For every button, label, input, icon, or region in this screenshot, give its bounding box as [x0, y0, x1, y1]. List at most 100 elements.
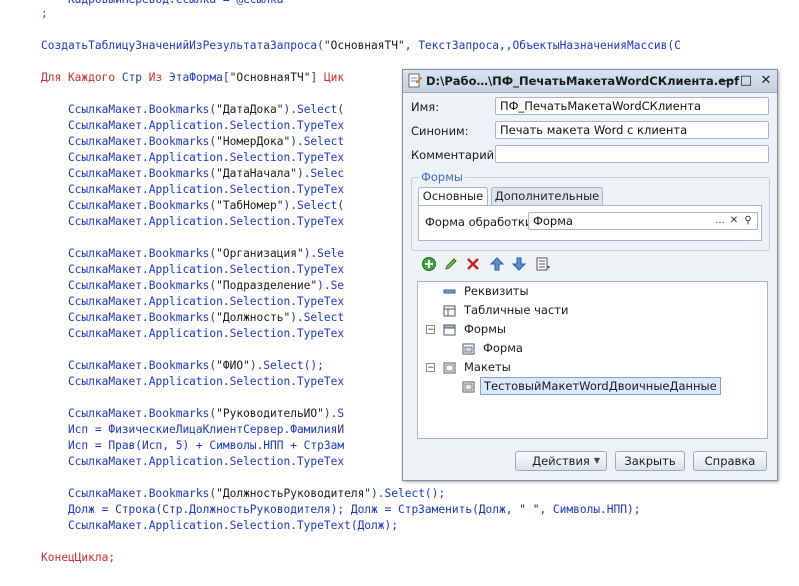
move-down-icon[interactable]: [511, 256, 527, 272]
code-line[interactable]: КонецЦикла;: [41, 550, 115, 566]
code-token: СсылкаМакет.Application.Selection.TypeTe…: [41, 119, 345, 132]
help-button[interactable]: Справка: [693, 451, 767, 471]
code-token: СсылкаМакет.Application.Selection.TypeTe…: [41, 295, 345, 308]
code-token: Цик: [323, 71, 345, 84]
code-line[interactable]: Долж = Строка(Стр.ДолжностьРуководителя)…: [41, 502, 641, 518]
select-dots-icon[interactable]: …: [713, 213, 727, 229]
code-line[interactable]: СсылкаМакет.Application.Selection.TypeTe…: [41, 518, 398, 534]
move-up-icon[interactable]: [489, 256, 505, 272]
forms-group-title: Формы: [419, 170, 465, 184]
code-line[interactable]: Исп = ФизическиеЛицаКлиентСервер.Фамилия…: [41, 422, 344, 438]
code-line[interactable]: СсылкаМакет.Application.Selection.TypeTe…: [41, 326, 344, 342]
code-line[interactable]: КадровыйПеревод.Ссылка = @Ссылка: [41, 0, 284, 8]
code-token: СсылкаМакет.Bookmarks(: [41, 135, 217, 148]
comment-label: Комментарий:: [411, 148, 499, 162]
tab-extra[interactable]: Дополнительные: [491, 187, 603, 205]
tree-item-template-selected[interactable]: ТестовыйМакетWordДвоичныеДанные: [480, 377, 721, 395]
form-icon: [443, 324, 456, 336]
add-icon[interactable]: [421, 256, 437, 272]
sort-list-icon[interactable]: [535, 256, 551, 272]
code-token: СсылкаМакет.Application.Selection.TypeTe…: [41, 375, 345, 388]
window-titlebar[interactable]: D:\Рабо…\ПФ_ПечатьМакетаWordСКлиента.epf…: [403, 70, 777, 93]
code-token: СсылкаМакет.Bookmarks(: [41, 311, 217, 324]
code-token: СсылкаМакет.Application.Selection.TypeTe…: [41, 327, 345, 340]
code-token: Для Каждого: [41, 71, 122, 84]
code-token: ).Selec: [296, 167, 345, 180]
dropdown-arrow-icon: ▼: [593, 456, 600, 465]
code-line[interactable]: СсылкаМакет.Application.Selection.TypeTe…: [41, 262, 344, 278]
code-line[interactable]: СсылкаМакет.Bookmarks("Подразделение").S…: [41, 278, 344, 294]
code-line[interactable]: Исп = Прав(Исп, 5) + Символы.НПП + СтрЗа…: [41, 438, 344, 454]
comment-field[interactable]: [495, 145, 769, 163]
tab-main[interactable]: Основные: [418, 187, 488, 205]
synonym-label: Синоним:: [411, 124, 469, 138]
code-line[interactable]: СсылкаМакет.Bookmarks("ДолжностьРуководи…: [41, 486, 445, 502]
code-token: КадровыйПеревод.Ссылка = @Ссылка: [41, 0, 284, 6]
form-item-icon: [462, 343, 475, 355]
code-line[interactable]: СсылкаМакет.Application.Selection.TypeTe…: [41, 182, 344, 198]
clear-icon[interactable]: ✕: [727, 213, 741, 229]
code-token: ).Select: [290, 135, 345, 148]
code-token: ).Sele: [303, 247, 345, 260]
close-icon[interactable]: ✕: [758, 73, 774, 89]
collapse-forms-icon[interactable]: −: [426, 325, 435, 335]
processing-properties-window: D:\Рабо…\ПФ_ПечатьМакетаWordСКлиента.epf…: [402, 69, 778, 481]
code-token: ]: [310, 71, 324, 84]
code-token: "ФИО": [216, 359, 250, 372]
search-icon[interactable]: ⚲: [741, 213, 755, 229]
code-line[interactable]: СсылкаМакет.Bookmarks("НомерДока").Selec…: [41, 134, 344, 150]
code-line[interactable]: СсылкаМакет.Bookmarks("Организация").Sel…: [41, 246, 344, 262]
code-line[interactable]: СсылкаМакет.Application.Selection.TypeTe…: [41, 118, 344, 134]
code-token: СсылкаМакет.Application.Selection.TypeTe…: [41, 183, 345, 196]
metadata-tree[interactable]: Реквизиты Табличные части − Формы Форма …: [417, 281, 768, 439]
code-line[interactable]: СсылкаМакет.Application.Selection.TypeTe…: [41, 374, 344, 390]
code-token: КонецЦикла;: [41, 551, 116, 564]
tree-item-tabular-parts[interactable]: Табличные части: [464, 301, 568, 319]
code-token: "ОсновнаяТЧ": [229, 71, 311, 84]
code-line[interactable]: СсылкаМакет.Application.Selection.TypeTe…: [41, 214, 344, 230]
code-token: "НомерДока": [216, 135, 291, 148]
code-line[interactable]: СсылкаМакет.Application.Selection.TypeTe…: [41, 454, 344, 470]
close-button[interactable]: Закрыть: [615, 451, 685, 471]
code-line[interactable]: СсылкаМакет.Bookmarks("ТабНомер").Select…: [41, 198, 344, 214]
code-token: "Организация": [216, 247, 304, 260]
actions-button[interactable]: Действия ▼: [515, 451, 607, 471]
name-label: Имя:: [411, 100, 440, 114]
code-line[interactable]: СоздатьТаблицуЗначенийИзРезультатаЗапрос…: [41, 38, 681, 54]
collapse-templates-icon[interactable]: −: [426, 363, 435, 373]
tree-item-form[interactable]: Форма: [483, 339, 523, 357]
code-token: ;: [41, 7, 48, 20]
edit-icon[interactable]: [443, 256, 459, 272]
name-field[interactable]: ПФ_ПечатьМакетаWordСКлиента: [495, 97, 769, 115]
processing-file-icon: [408, 73, 422, 88]
code-line[interactable]: СсылкаМакет.Application.Selection.TypeTe…: [41, 294, 344, 310]
code-token: СсылкаМакет.Application.Selection.TypeTe…: [41, 215, 345, 228]
minimize-icon[interactable]: —: [719, 73, 735, 89]
template-item-icon: [462, 381, 475, 393]
code-token: СсылкаМакет.Application.Selection.TypeTe…: [41, 519, 398, 532]
code-token: СсылкаМакет.Bookmarks(: [41, 167, 217, 180]
form-label: Форма обработки:: [425, 215, 537, 229]
code-token: СсылкаМакет.Bookmarks(: [41, 487, 217, 500]
tree-item-attributes[interactable]: Реквизиты: [464, 282, 529, 300]
form-field[interactable]: Форма … ✕ ⚲: [528, 212, 758, 230]
code-token: "ОсновнаяТЧ": [323, 39, 405, 52]
code-token: Исп = ФизическиеЛицаКлиентСервер.Фамилия…: [41, 423, 345, 436]
synonym-field[interactable]: Печать макета Word с клиента: [495, 121, 769, 139]
tree-item-templates[interactable]: Макеты: [464, 358, 511, 376]
code-line[interactable]: СсылкаМакет.Bookmarks("РуководительИО").…: [41, 406, 344, 422]
code-token: Из: [148, 71, 169, 84]
code-line[interactable]: СсылкаМакет.Bookmarks("ДатаДока").Select…: [41, 102, 344, 118]
delete-icon[interactable]: [465, 256, 481, 272]
code-line[interactable]: Для Каждого Стр Из ЭтаФорма["ОсновнаяТЧ"…: [41, 70, 344, 86]
code-token: ).Select(: [283, 103, 345, 116]
maximize-icon[interactable]: □: [738, 73, 754, 89]
code-line[interactable]: ;: [41, 6, 48, 22]
code-token: "РуководительИО": [216, 407, 324, 420]
code-line[interactable]: СсылкаМакет.Bookmarks("Должность").Selec…: [41, 310, 344, 326]
code-token: Долж = Строка(Стр.ДолжностьРуководителя)…: [41, 503, 520, 516]
code-line[interactable]: СсылкаМакет.Bookmarks("ФИО").Select();: [41, 358, 324, 374]
tab-panel-main: Форма обработки: Форма … ✕ ⚲: [418, 205, 762, 241]
code-line[interactable]: СсылкаМакет.Bookmarks("ДатаНачала").Sele…: [41, 166, 344, 182]
tree-item-forms[interactable]: Формы: [464, 320, 506, 338]
